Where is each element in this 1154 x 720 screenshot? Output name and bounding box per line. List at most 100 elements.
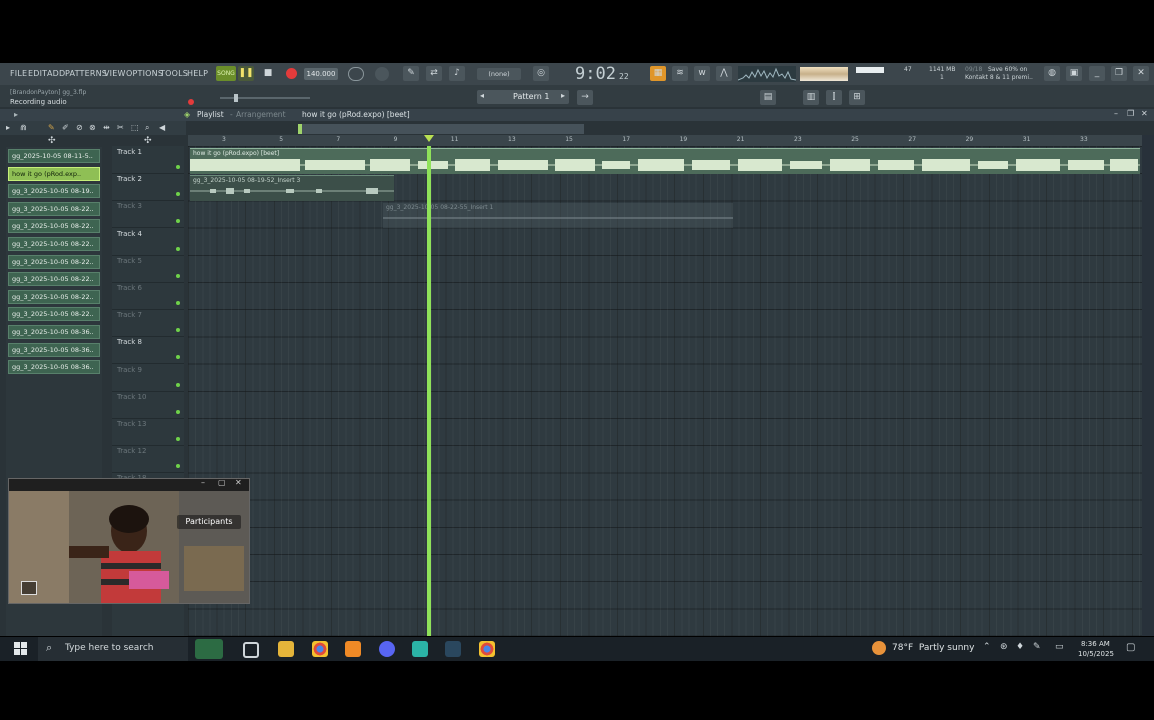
piano-roll-icon[interactable]: ▥ xyxy=(803,90,819,105)
menu-file[interactable]: FILE xyxy=(10,69,27,78)
track-header[interactable]: Track 12 xyxy=(112,445,184,474)
stop-button[interactable]: ■ xyxy=(260,66,276,81)
clock-date[interactable]: 10/5/2025 xyxy=(1078,650,1114,658)
delete-tool-icon[interactable]: ⊘ xyxy=(76,123,83,132)
menu-patterns[interactable]: PATTERNS xyxy=(65,69,107,78)
blend-notes-icon[interactable]: w xyxy=(694,66,710,81)
browser-clip[interactable]: gg_3_2025-10-05 08-22.. xyxy=(8,254,100,269)
typing-keyboard-icon[interactable]: ▦ xyxy=(650,66,666,81)
playhead-marker-icon[interactable] xyxy=(424,135,434,142)
track-header[interactable]: Track 1 xyxy=(112,146,184,174)
draw-tool-icon[interactable]: ✎ xyxy=(48,123,55,132)
next-pattern-icon[interactable]: ▸ xyxy=(561,91,565,100)
track-active-led-icon[interactable] xyxy=(176,409,180,414)
timeline-ruler[interactable]: 3 5 7 9 11 13 15 17 19 21 23 25 27 29 31 33 xyxy=(188,135,1142,146)
browser-clip[interactable]: gg_3_2025-10-05 08-22.. xyxy=(8,237,100,251)
playback-tool-icon[interactable]: ◀ xyxy=(159,123,165,132)
browser-expand-icon[interactable]: ✣ xyxy=(48,136,56,146)
taskbar-search-box[interactable]: ⌕ Type here to search xyxy=(38,637,188,661)
browser-clip[interactable]: how it go (pRod.exp.. xyxy=(8,166,100,181)
playlist-grid[interactable]: how it go (pRod.expo) [beet] gg_3_2025-1… xyxy=(188,135,1142,636)
webcam-close-icon[interactable]: ✕ xyxy=(235,478,242,487)
microphone-icon[interactable]: ♦ xyxy=(1016,642,1024,652)
track-header[interactable]: Track 10 xyxy=(112,391,184,419)
track-header[interactable]: Track 3 xyxy=(112,200,184,229)
menu-options[interactable]: OPTIONS xyxy=(126,69,163,78)
notification-icon[interactable]: ▢ xyxy=(1126,642,1135,653)
master-volume-slider[interactable] xyxy=(220,94,310,102)
browser-clip[interactable]: gg_3_2025-10-05 08-36.. xyxy=(8,360,100,375)
track-header[interactable]: Track 2 xyxy=(112,173,184,202)
track-header[interactable]: Track 8 xyxy=(112,336,184,365)
menu-view[interactable]: VIEW xyxy=(104,69,126,78)
track-header[interactable]: Track 6 xyxy=(112,282,184,310)
channel-rack-icon[interactable]: ⊞ xyxy=(849,90,865,105)
task-view-icon[interactable] xyxy=(243,642,259,658)
weather-text[interactable]: 78°F Partly sunny xyxy=(892,643,974,653)
song-pattern-toggle[interactable]: SONG xyxy=(216,66,236,81)
track-active-led-icon[interactable] xyxy=(176,464,180,469)
slip-tool-icon[interactable]: ⇹ xyxy=(103,123,110,132)
webcam-overlay[interactable]: – ▢ ✕ Participants xyxy=(8,478,250,604)
browser-arrow-icon[interactable]: ▸ xyxy=(14,110,18,119)
browser-clip[interactable]: gg_3_2025-10-05 08-22.. xyxy=(8,272,100,287)
news-line-2[interactable]: Kontakt 8 & 11 premi.. xyxy=(965,74,1033,81)
slice-tool-icon[interactable]: ✂ xyxy=(117,123,124,132)
restore-icon[interactable]: ❐ xyxy=(1111,66,1127,81)
browser-clip[interactable]: gg_2025-10-05 08-11-5.. xyxy=(8,149,100,163)
magnet-icon[interactable]: ⋒ xyxy=(20,123,27,132)
menu-edit[interactable]: EDIT xyxy=(28,69,47,78)
browser-clip[interactable]: gg_3_2025-10-05 08-22.. xyxy=(8,201,100,216)
playlist-icon[interactable]: ▤ xyxy=(760,90,776,105)
add-pattern-icon[interactable]: → xyxy=(577,90,593,105)
playlist-maximize-icon[interactable]: ❐ xyxy=(1127,109,1134,118)
track-header[interactable]: Track 4 xyxy=(112,228,184,256)
track-active-led-icon[interactable] xyxy=(176,246,180,251)
app-icon[interactable] xyxy=(412,641,428,657)
track-active-led-icon[interactable] xyxy=(176,437,180,441)
scroll-position-marker[interactable] xyxy=(298,124,302,134)
track-header[interactable]: Track 5 xyxy=(112,255,184,283)
mute-tool-icon[interactable]: ⊗ xyxy=(89,123,96,132)
chrome-icon[interactable] xyxy=(312,641,328,657)
audio-clip-track3[interactable]: gg_3_2025-10-05 08-22-55_Insert 1 xyxy=(383,203,733,228)
tempo-display[interactable]: 140.000 xyxy=(304,68,338,80)
track-header[interactable]: Track 9 xyxy=(112,364,184,392)
select-tool-icon[interactable]: ⬚ xyxy=(131,123,139,132)
track-header[interactable]: Track 7 xyxy=(112,309,184,338)
playlist-horizontal-scroll[interactable] xyxy=(298,124,584,134)
master-volume-handle[interactable] xyxy=(234,94,238,102)
browser-clip[interactable]: gg_3_2025-10-05 08-22.. xyxy=(8,219,100,234)
discord-icon[interactable] xyxy=(379,641,395,657)
minimize-icon[interactable]: _ xyxy=(1089,66,1105,81)
options-arrow-icon[interactable]: ▸ xyxy=(6,123,10,132)
loop-record-icon[interactable]: ⇄ xyxy=(426,66,442,81)
browser-clip[interactable]: gg_3_2025-10-05 08-22.. xyxy=(8,289,100,304)
keyboard-icon[interactable]: ▭ xyxy=(1055,642,1064,652)
search-highlight-icon[interactable] xyxy=(195,639,223,659)
pen-icon[interactable]: ✎ xyxy=(1033,642,1041,652)
prev-pattern-icon[interactable]: ◂ xyxy=(480,91,484,100)
track-active-led-icon[interactable] xyxy=(176,301,180,305)
windows-start-icon[interactable] xyxy=(14,642,28,656)
pattern-select[interactable]: (none) xyxy=(477,68,521,80)
camera-icon[interactable] xyxy=(21,581,37,595)
track-active-led-icon[interactable] xyxy=(176,382,180,387)
webcam-minimize-icon[interactable]: – xyxy=(201,478,205,487)
vertical-scrollbar[interactable] xyxy=(1142,135,1154,636)
webcam-maximize-icon[interactable]: ▢ xyxy=(218,478,226,487)
metronome-icon[interactable] xyxy=(348,67,364,81)
browser-clip[interactable]: gg_3_2025-10-05 08-19.. xyxy=(8,184,100,199)
track-header[interactable]: Track 13 xyxy=(112,418,184,446)
file-explorer-icon[interactable] xyxy=(278,641,294,657)
menu-add[interactable]: ADD xyxy=(47,69,65,78)
online-icon[interactable]: ◍ xyxy=(1044,66,1060,81)
news-line-1[interactable]: Save 60% on xyxy=(988,66,1027,73)
save-icon[interactable]: ▣ xyxy=(1066,66,1082,81)
participants-label[interactable]: Participants xyxy=(177,515,241,529)
tray-chevron-icon[interactable]: ⌃ xyxy=(983,642,991,652)
network-icon[interactable]: ⊛ xyxy=(1000,642,1008,652)
track-active-led-icon[interactable] xyxy=(176,355,180,360)
fl-studio-icon[interactable] xyxy=(345,641,361,657)
close-icon[interactable]: ✕ xyxy=(1133,66,1149,81)
